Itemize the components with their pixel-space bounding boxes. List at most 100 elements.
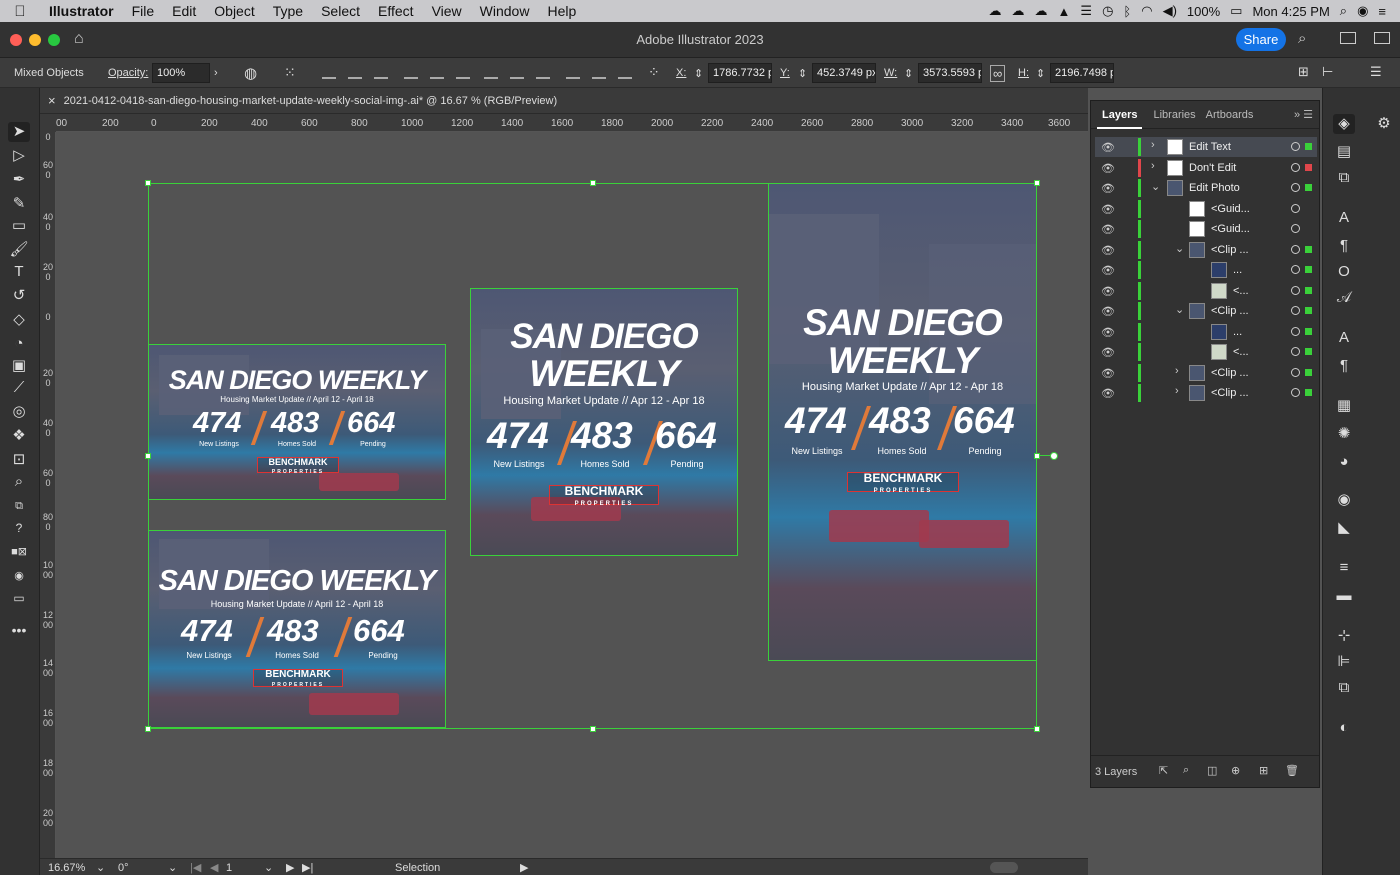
menu-edit[interactable]: Edit (163, 3, 205, 19)
resize-handle[interactable] (1034, 453, 1040, 459)
screen-mode-icon[interactable]: ▭ (8, 588, 30, 608)
target-icon[interactable] (1291, 203, 1300, 213)
resize-handle[interactable] (145, 453, 151, 459)
h-field[interactable]: 2196.7498 p (1050, 63, 1114, 83)
new-layer-icon[interactable]: ⊞ (1259, 764, 1268, 777)
align-top-icon[interactable] (404, 65, 418, 79)
opacity-field[interactable]: 100% (152, 63, 210, 83)
selection-tool-icon[interactable]: ➤ (8, 122, 30, 142)
spotlight-search-icon[interactable]: ⌕ (1340, 3, 1347, 19)
layer-row[interactable]: 👁 › <Clip ... (1095, 383, 1317, 403)
zoom-window-button[interactable] (48, 34, 60, 46)
layer-row[interactable]: 👁 › Edit Text (1095, 137, 1317, 157)
character-styles-icon[interactable]: A (1333, 328, 1355, 348)
resize-handle[interactable] (590, 180, 596, 186)
target-icon[interactable] (1291, 285, 1300, 295)
x-field[interactable]: 1786.7732 p (708, 63, 772, 83)
libraries-panel-icon[interactable]: ▤ (1333, 142, 1355, 162)
gradient-tool-icon[interactable]: ▣ (8, 356, 30, 376)
align-right-icon[interactable] (374, 65, 388, 79)
selection-indicator[interactable] (1305, 266, 1312, 273)
menu-help[interactable]: Help (538, 3, 585, 19)
target-icon[interactable] (1291, 224, 1300, 233)
appearance-panel-icon[interactable]: ◐ (1333, 718, 1355, 738)
paragraph-styles-icon[interactable]: ¶ (1333, 356, 1355, 376)
align-left-icon[interactable] (322, 65, 336, 79)
properties-panel-icon[interactable]: ⚙ (1373, 114, 1395, 134)
swatches-panel-icon[interactable]: ▦ (1333, 396, 1355, 416)
vertical-ruler[interactable]: 0 600 400 200 0 200 400 600 800 1000 1200 1400 1600 1… (40, 132, 56, 858)
expand-toggle-icon[interactable]: › (1175, 385, 1179, 397)
w-field[interactable]: 3573.5593 p (918, 63, 982, 83)
first-artboard-icon[interactable]: |◀ (190, 861, 201, 874)
y-stepper-icon[interactable]: ⇕ (798, 67, 807, 80)
zoom-dropdown-icon[interactable]: ⌄ (96, 861, 105, 874)
layer-row[interactable]: 👁 ⌄ <Clip ... (1095, 240, 1317, 260)
character-panel-icon[interactable]: A (1333, 208, 1355, 228)
eye-icon[interactable]: 👁 (1101, 244, 1115, 257)
more-tools-icon[interactable]: ••• (8, 620, 30, 640)
last-artboard-icon[interactable]: ▶| (302, 861, 313, 874)
selection-indicator[interactable] (1305, 286, 1312, 294)
distribute-left-icon[interactable] (566, 65, 580, 79)
expand-toggle-icon[interactable]: › (1175, 365, 1179, 377)
eye-icon[interactable]: 👁 (1101, 387, 1115, 400)
resize-handle[interactable] (145, 180, 151, 186)
target-icon[interactable] (1291, 162, 1300, 172)
eye-icon[interactable]: 👁 (1101, 223, 1115, 236)
eye-icon[interactable]: 👁 (1101, 264, 1115, 277)
close-document-icon[interactable]: × (48, 93, 56, 108)
selection-indicator[interactable] (1305, 245, 1312, 253)
selection-indicator[interactable] (1305, 143, 1312, 150)
export-icon[interactable]: ⇱ (1159, 764, 1168, 777)
arrange-documents-icon[interactable] (1374, 32, 1390, 44)
rotation-value[interactable]: 0° (118, 862, 129, 874)
layer-row[interactable]: 👁 ⌄ Edit Photo (1095, 178, 1317, 198)
eye-icon[interactable]: 👁 (1101, 305, 1115, 318)
artboard-landscape-bottom[interactable]: SAN DIEGO WEEKLY Housing Market Update /… (148, 530, 446, 728)
glyphs-panel-icon[interactable]: 𝒜 (1333, 288, 1355, 308)
zoom-level[interactable]: 16.67% (48, 862, 85, 874)
recolor-icon[interactable]: ◍ (244, 64, 257, 82)
selection-indicator[interactable] (1305, 389, 1312, 396)
pathfinder-panel-icon[interactable]: ⧉ (1333, 678, 1355, 698)
eye-icon[interactable]: 👁 (1101, 141, 1115, 154)
time-machine-icon[interactable]: ◷ (1102, 3, 1113, 19)
layer-row[interactable]: 👁 › Don't Edit (1095, 158, 1317, 178)
resize-handle[interactable] (145, 726, 151, 732)
expand-toggle-icon[interactable]: › (1151, 160, 1155, 172)
horizontal-scrollbar-thumb[interactable] (990, 862, 1018, 873)
menu-view[interactable]: View (423, 3, 471, 19)
share-button[interactable]: Share (1236, 28, 1286, 51)
workspace-switcher-icon[interactable] (1340, 32, 1356, 44)
resize-handle[interactable] (590, 726, 596, 732)
control-menu-icon[interactable]: ☰ (1370, 64, 1382, 80)
selection-indicator[interactable] (1305, 184, 1312, 191)
color-panel-icon[interactable]: ◉ (1333, 490, 1355, 510)
rotate-handle[interactable] (1050, 452, 1058, 460)
eye-icon[interactable]: 👁 (1101, 182, 1115, 195)
bluetooth-icon[interactable]: ᛒ (1123, 4, 1131, 19)
menu-select[interactable]: Select (312, 3, 369, 19)
layers-panel-icon[interactable]: ◈ (1333, 114, 1355, 134)
ruler-origin[interactable] (40, 114, 56, 132)
constrain-proportions-icon[interactable]: ∞ (990, 65, 1006, 82)
gradient-panel-icon[interactable]: ▬ (1333, 586, 1355, 606)
target-icon[interactable] (1291, 388, 1300, 397)
reference-point-icon[interactable]: ⁘ (648, 64, 660, 81)
expand-toggle-icon[interactable]: ⌄ (1175, 303, 1184, 316)
cloud-sync-icon[interactable]: ☁ (1035, 3, 1048, 19)
symbols-panel-icon[interactable]: ◕ (1333, 452, 1355, 472)
layer-row[interactable]: 👁 <Guid... (1095, 219, 1317, 239)
selection-indicator[interactable] (1305, 368, 1312, 376)
align-panel-icon[interactable]: ⊫ (1333, 652, 1355, 672)
selection-indicator[interactable] (1305, 348, 1312, 355)
transform-panel-icon[interactable]: ⊹ (1333, 626, 1355, 646)
artboard-number[interactable]: 1 (226, 862, 232, 874)
menu-effect[interactable]: Effect (369, 3, 423, 19)
layer-row[interactable]: 👁 ⌄ <Clip ... (1095, 301, 1317, 321)
align-to-icon[interactable]: ⁙ (284, 64, 296, 81)
eye-icon[interactable]: 👁 (1101, 162, 1115, 175)
canvas[interactable]: SAN DIEGO WEEKLY Housing Market Update /… (56, 132, 1088, 858)
zoom-tool-icon[interactable]: ⌕ (8, 472, 30, 492)
